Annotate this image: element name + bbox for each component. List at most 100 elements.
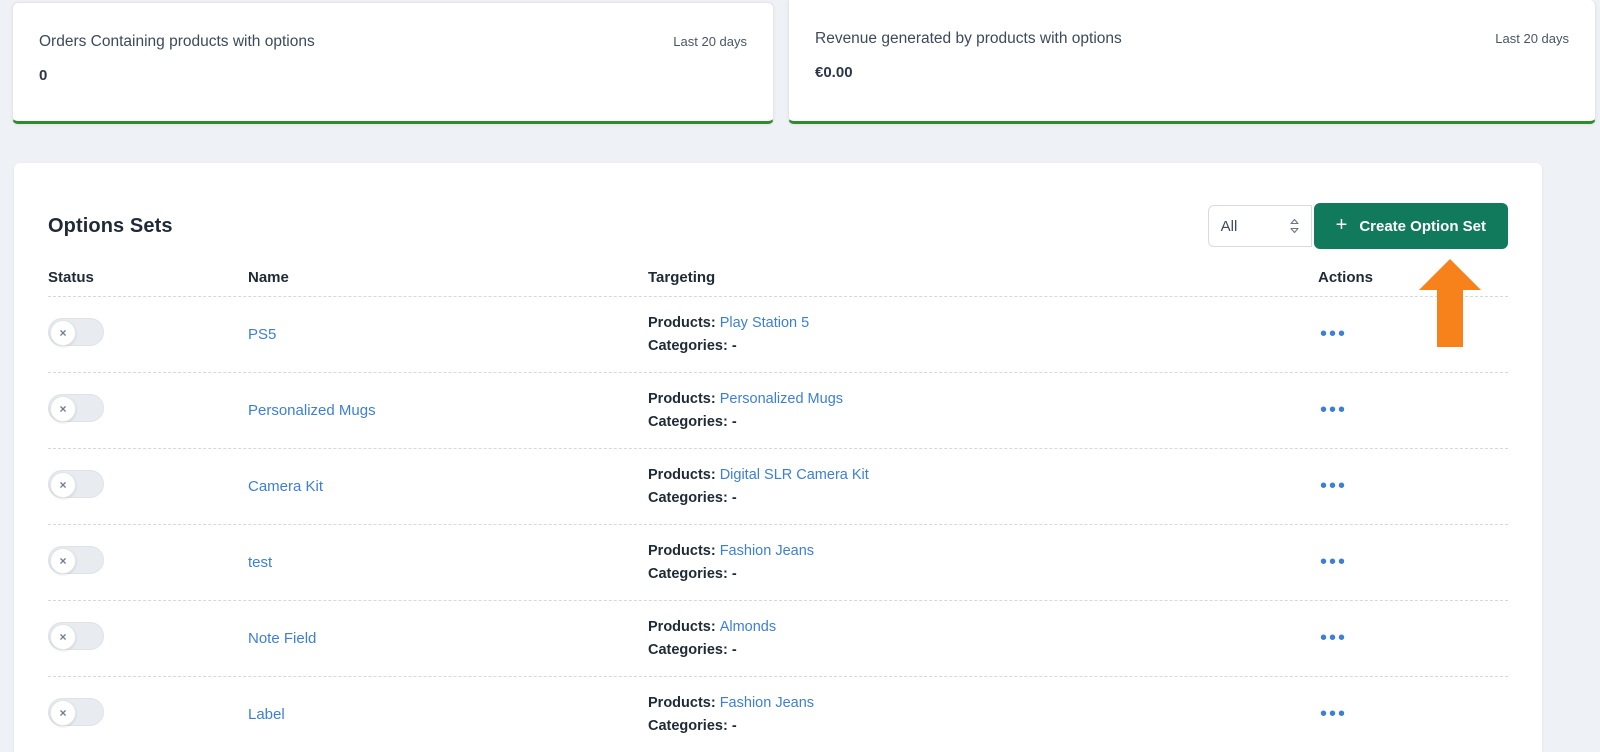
create-option-set-label: Create Option Set [1359,217,1486,235]
status-cell: × [48,470,248,503]
status-filter-select[interactable]: All [1207,205,1312,247]
table-header-row: Status Name Targeting Actions [48,255,1508,297]
options-sets-panel: Options Sets All + Create Option Set Sta… [14,163,1542,752]
name-cell: Camera Kit [248,478,648,496]
actions-cell: ••• [1318,704,1508,725]
targeting-categories: Categories: - [648,715,1318,738]
products-label: Products: [648,466,716,483]
targeting-cell: Products: Fashion Jeans Categories: - [648,540,1318,586]
table-row: × Camera Kit Products: Digital SLR Camer… [48,449,1508,525]
actions-cell: ••• [1318,476,1508,497]
categories-label: Categories: [648,337,728,354]
option-set-name-link[interactable]: Personalized Mugs [248,402,376,419]
plus-icon: + [1335,214,1348,236]
actions-cell: ••• [1318,552,1508,573]
option-set-name-link[interactable]: Note Field [248,630,316,647]
stat-value: €0.00 [815,63,853,81]
status-toggle[interactable]: × [48,698,104,726]
toggle-off-x-icon: × [50,548,76,574]
targeting-products: Products: Digital SLR Camera Kit [648,464,1318,487]
toggle-off-x-icon: × [50,700,76,726]
categories-value: - [731,413,737,430]
targeting-cell: Products: Personalized Mugs Categories: … [648,388,1318,434]
status-toggle[interactable]: × [48,394,104,422]
categories-label: Categories: [648,565,728,582]
panel-actions: All + Create Option Set [1207,203,1508,249]
targeting-products: Products: Fashion Jeans [648,540,1318,563]
chevron-updown-icon [1289,218,1300,235]
targeting-categories: Categories: - [648,563,1318,586]
status-cell: × [48,546,248,579]
create-option-set-button[interactable]: + Create Option Set [1313,203,1508,249]
targeting-cell: Products: Fashion Jeans Categories: - [648,692,1318,738]
product-link[interactable]: Play Station 5 [720,315,809,331]
status-cell: × [48,698,248,731]
categories-label: Categories: [648,413,728,430]
stat-card-revenue: Revenue generated by products with optio… [788,0,1596,124]
toggle-off-x-icon: × [50,320,76,346]
targeting-products: Products: Personalized Mugs [648,388,1318,411]
status-toggle[interactable]: × [48,622,104,650]
targeting-products: Products: Fashion Jeans [648,692,1318,715]
row-actions-menu-icon[interactable]: ••• [1318,476,1349,496]
row-actions-menu-icon[interactable]: ••• [1318,400,1349,420]
product-link[interactable]: Digital SLR Camera Kit [720,467,869,483]
row-actions-menu-icon[interactable]: ••• [1318,324,1349,344]
product-link[interactable]: Personalized Mugs [720,391,843,407]
option-set-name-link[interactable]: test [248,554,272,571]
product-link[interactable]: Fashion Jeans [720,543,814,559]
products-label: Products: [648,618,716,635]
targeting-categories: Categories: - [648,487,1318,510]
name-cell: Note Field [248,630,648,648]
name-cell: Personalized Mugs [248,402,648,420]
products-label: Products: [648,314,716,331]
status-cell: × [48,622,248,655]
row-actions-menu-icon[interactable]: ••• [1318,552,1349,572]
toggle-off-x-icon: × [50,472,76,498]
categories-label: Categories: [648,489,728,506]
products-label: Products: [648,694,716,711]
stats-row: Orders Containing products with options … [0,0,1600,124]
stat-value: 0 [39,66,48,84]
column-header-status: Status [48,269,94,286]
targeting-cell: Products: Play Station 5 Categories: - [648,312,1318,358]
targeting-cell: Products: Digital SLR Camera Kit Categor… [648,464,1318,510]
targeting-products: Products: Play Station 5 [648,312,1318,335]
stat-period: Last 20 days [1495,31,1569,46]
targeting-products: Products: Almonds [648,616,1318,639]
row-actions-menu-icon[interactable]: ••• [1318,704,1349,724]
option-set-name-link[interactable]: PS5 [248,326,276,343]
table-row: × test Products: Fashion Jeans Categorie… [48,525,1508,601]
panel-header: Options Sets All + Create Option Set [14,163,1542,255]
categories-value: - [731,565,737,582]
page-title: Options Sets [48,214,173,237]
status-toggle[interactable]: × [48,318,104,346]
actions-cell: ••• [1318,400,1508,421]
categories-value: - [731,717,737,734]
page-root: Orders Containing products with options … [0,0,1600,752]
products-label: Products: [648,542,716,559]
table-row: × Personalized Mugs Products: Personaliz… [48,373,1508,449]
product-link[interactable]: Fashion Jeans [720,695,814,711]
categories-value: - [731,337,737,354]
toggle-off-x-icon: × [50,624,76,650]
status-toggle[interactable]: × [48,546,104,574]
actions-cell: ••• [1318,324,1508,345]
row-actions-menu-icon[interactable]: ••• [1318,628,1349,648]
targeting-categories: Categories: - [648,335,1318,358]
stat-title: Orders Containing products with options [39,33,315,50]
column-header-targeting: Targeting [648,269,716,286]
targeting-cell: Products: Almonds Categories: - [648,616,1318,662]
status-cell: × [48,318,248,351]
column-header-actions: Actions [1318,269,1374,286]
name-cell: Label [248,706,648,724]
option-set-name-link[interactable]: Label [248,706,285,723]
column-header-name: Name [248,269,289,286]
option-set-name-link[interactable]: Camera Kit [248,478,323,495]
product-link[interactable]: Almonds [720,619,776,635]
actions-cell: ••• [1318,628,1508,649]
categories-label: Categories: [648,641,728,658]
stat-card-header: Revenue generated by products with optio… [815,30,1569,49]
status-toggle[interactable]: × [48,470,104,498]
stat-card-orders: Orders Containing products with options … [12,2,774,124]
